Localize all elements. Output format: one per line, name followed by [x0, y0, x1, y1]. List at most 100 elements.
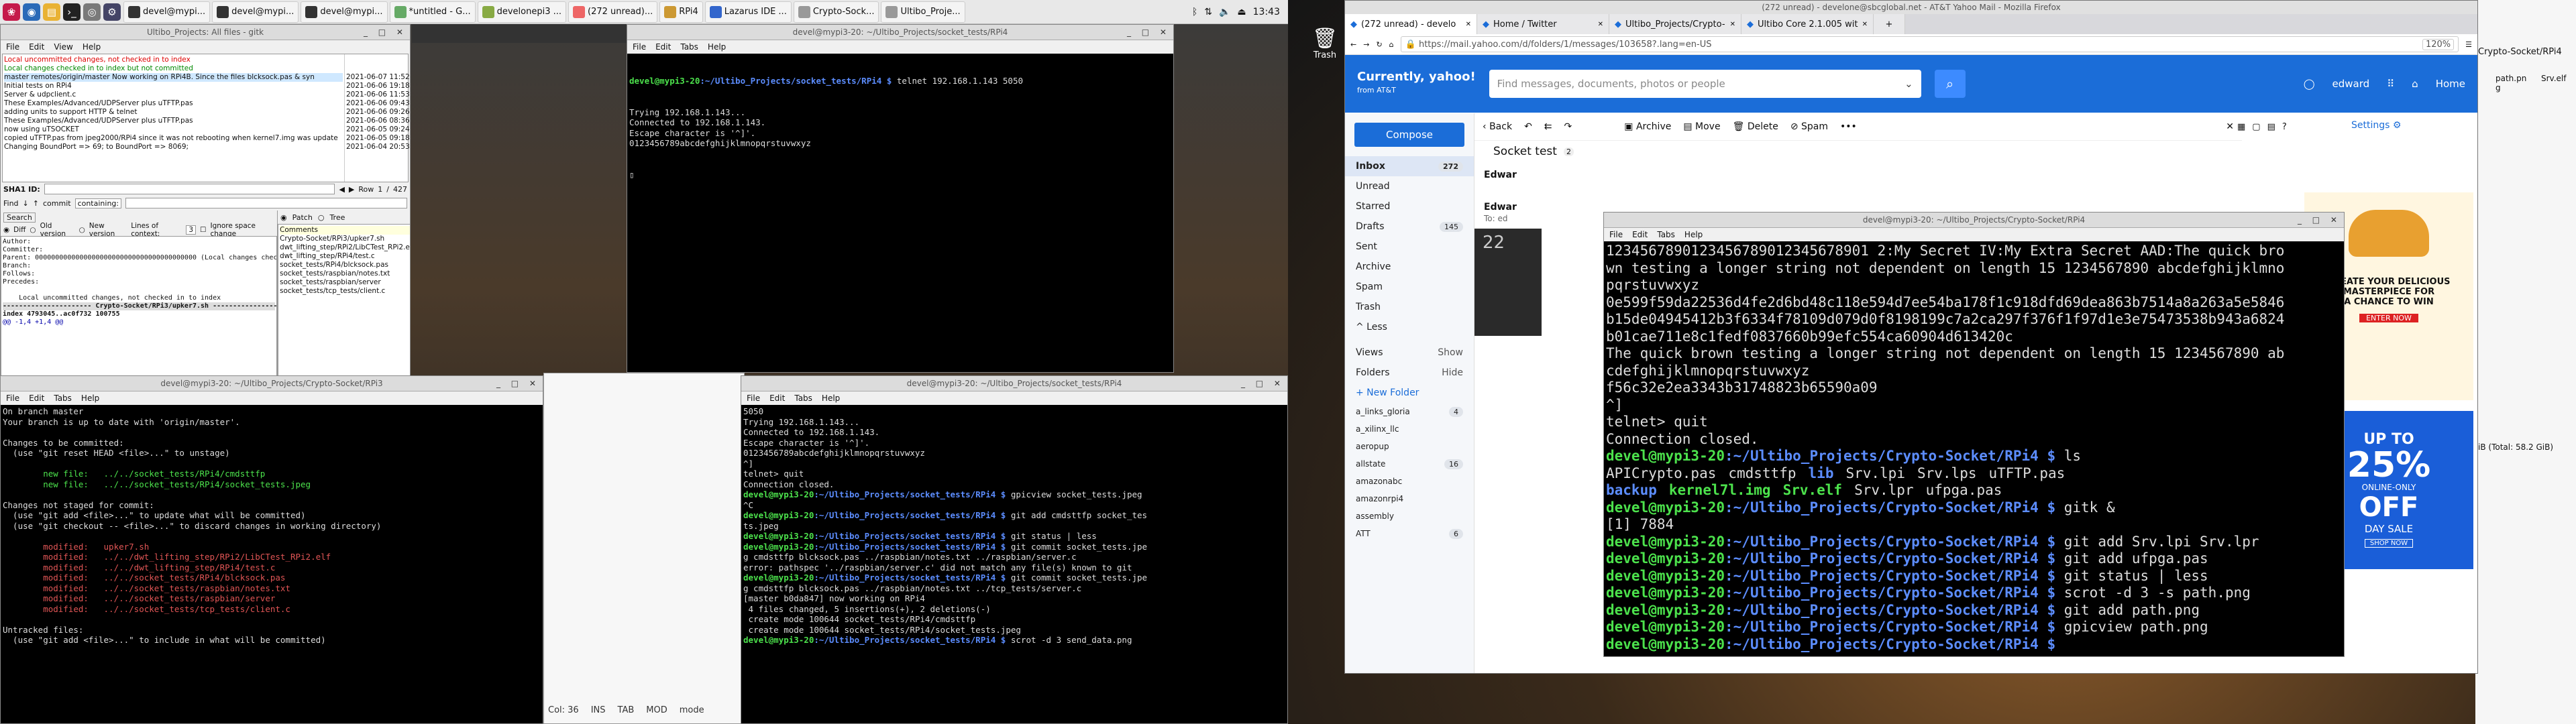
home-nav-icon[interactable]: ⌂: [2412, 78, 2418, 90]
fm-file-path-png[interactable]: path.pn g: [2496, 74, 2529, 93]
chevron-down-icon[interactable]: ⌄: [1904, 78, 1913, 90]
grid-icon[interactable]: ▦: [2237, 122, 2245, 132]
help-icon[interactable]: ?: [2282, 122, 2287, 132]
commit-row[interactable]: adding units to support HTTP & telnet: [4, 108, 343, 117]
sender-name-1[interactable]: Edwar: [1484, 170, 1517, 180]
home-link[interactable]: Home: [2436, 78, 2465, 90]
commit-row[interactable]: now using uTSOCKET: [4, 125, 343, 134]
app-icon[interactable]: ◎: [83, 3, 101, 21]
file-item[interactable]: socket_tests/raspbian/notes.txt: [280, 269, 410, 278]
taskbar-task[interactable]: (272 unread)...: [568, 1, 658, 23]
terminal-icon[interactable]: ›_: [63, 3, 80, 21]
new-tab-button[interactable]: +: [1874, 14, 1905, 34]
calendar-icon[interactable]: ▤: [2267, 122, 2275, 132]
ad-shop-button[interactable]: SHOP NOW: [2365, 539, 2413, 548]
window-controls[interactable]: _ □ ✕: [2298, 213, 2341, 227]
fm-file-srv-elf[interactable]: Srv.elf: [2541, 74, 2566, 83]
find-down-icon[interactable]: ↓: [23, 199, 29, 208]
commit-row[interactable]: Local uncommitted changes, not checked i…: [4, 56, 343, 64]
terminal-output[interactable]: 1234567890123456789012345678901 2:My Sec…: [1604, 241, 2344, 656]
taskbar-task[interactable]: Ultibo_Proje...: [881, 1, 965, 23]
menu-item-help[interactable]: Help: [1684, 230, 1703, 239]
folder-inbox[interactable]: Inbox 272: [1345, 156, 1474, 176]
window-controls[interactable]: _ □ ✕: [496, 376, 540, 391]
file-item[interactable]: Crypto-Socket/RPi3/upker7.sh: [280, 235, 410, 243]
window-controls[interactable]: _ □ ✕: [1127, 25, 1171, 40]
new-radio[interactable]: ○: [79, 226, 85, 234]
folder-starred[interactable]: Starred: [1345, 196, 1474, 217]
tab-close-icon[interactable]: ✕: [1466, 21, 1471, 28]
close-icon[interactable]: ✕: [2226, 121, 2234, 132]
taskbar-task[interactable]: devel@mypi...: [123, 1, 211, 23]
menu-item-edit[interactable]: Edit: [29, 394, 44, 403]
user-folder[interactable]: ATT 6: [1345, 525, 1474, 542]
user-folder[interactable]: amazonrpi4: [1345, 490, 1474, 507]
menu-item-tabs[interactable]: Tabs: [680, 42, 698, 52]
reply-all-icon[interactable]: ⇇: [1544, 121, 1552, 132]
delete-button[interactable]: 🗑 Delete: [1733, 121, 1778, 132]
menu-item-file[interactable]: File: [6, 394, 19, 403]
views-show-link[interactable]: Show: [1438, 347, 1463, 358]
window-controls[interactable]: _ □ ✕: [1241, 376, 1285, 391]
home-icon[interactable]: ⌂: [1389, 40, 1394, 49]
find-type[interactable]: commit: [43, 199, 71, 208]
file-item[interactable]: socket_tests/tcp_tests/client.c: [280, 287, 410, 296]
folder-trash[interactable]: Trash: [1345, 297, 1474, 317]
apps-grid-icon[interactable]: ⠿: [2387, 78, 2394, 90]
right-arrow-icon[interactable]: ▶: [349, 185, 354, 194]
search-button[interactable]: ⌕: [1934, 70, 1966, 98]
folder-drafts[interactable]: Drafts 145: [1345, 217, 1474, 237]
taskbar-task[interactable]: *untitled - G...: [389, 1, 476, 23]
ad-enter-button[interactable]: ENTER NOW: [2359, 314, 2418, 322]
volume-icon[interactable]: 🔈: [1219, 7, 1230, 17]
containing-select[interactable]: containing:: [74, 198, 122, 208]
search-input[interactable]: Find messages, documents, photos or peop…: [1489, 70, 1921, 98]
browser-tab[interactable]: ◆ Home / Twitter ✕: [1477, 14, 1609, 34]
menu-item-tabs[interactable]: Tabs: [1657, 230, 1675, 239]
sender-name-2[interactable]: Edwar: [1484, 202, 1517, 213]
diff-radio[interactable]: ◉: [3, 226, 9, 234]
user-name[interactable]: edward: [2332, 78, 2370, 90]
raspberry-menu-icon[interactable]: ❀: [3, 3, 20, 21]
taskbar-task[interactable]: devel@mypi...: [301, 1, 388, 23]
folder-less[interactable]: ^ Less: [1345, 317, 1474, 337]
commit-row[interactable]: Changing BoundPort => 69; to BoundPort =…: [4, 143, 343, 152]
user-folder[interactable]: allstate 16: [1345, 455, 1474, 473]
file-item[interactable]: dwt_lifting_step/RPi2/LibCTest_RPi2.elf: [280, 243, 410, 252]
forward-icon[interactable]: →: [1363, 40, 1369, 49]
image-attachment[interactable]: 22: [1474, 229, 1542, 336]
zoom-level[interactable]: 120%: [2422, 38, 2455, 50]
window-controls[interactable]: _ □ ✕: [364, 25, 407, 40]
menu-item-help[interactable]: Help: [83, 42, 101, 52]
url-bar[interactable]: 🔒 https://mail.yahoo.com/d/folders/1/mes…: [1400, 36, 2459, 52]
menu-item-file[interactable]: File: [1609, 230, 1623, 239]
browser-icon[interactable]: ◉: [23, 3, 40, 21]
trash-desktop-icon[interactable]: 🗑 Trash: [1308, 27, 1342, 60]
more-icon[interactable]: •••: [1840, 121, 1857, 132]
terminal-output[interactable]: On branch master Your branch is up to dat…: [1, 405, 543, 723]
commit-row[interactable]: These Examples/Advanced/UDPServer plus u…: [4, 99, 343, 108]
app-icon-2[interactable]: ⚙: [103, 3, 121, 21]
diff-text[interactable]: Author: Committer: Parent: 000000000000000…: [1, 236, 277, 386]
user-folder[interactable]: a_links_gloria 4: [1345, 403, 1474, 420]
search-button[interactable]: Search: [3, 212, 36, 223]
commit-row[interactable]: master remotes/origin/master Now working…: [4, 73, 343, 82]
tree-radio[interactable]: ○: [318, 213, 325, 222]
taskbar-task[interactable]: RPi4: [659, 1, 703, 23]
menu-item-tabs[interactable]: Tabs: [794, 394, 812, 403]
taskbar-task[interactable]: devel@mypi...: [212, 1, 299, 23]
spam-button[interactable]: ⊘ Spam: [1790, 121, 1828, 132]
archive-button[interactable]: ▣ Archive: [1624, 121, 1671, 132]
folder-archive[interactable]: Archive: [1345, 257, 1474, 277]
tab-close-icon[interactable]: ✕: [1598, 21, 1603, 28]
user-folder[interactable]: amazonabc: [1345, 473, 1474, 490]
file-list[interactable]: Comments Crypto-Socket/RPi3/upker7.sh dwt_…: [278, 224, 410, 386]
user-folder[interactable]: aeropup: [1345, 438, 1474, 455]
folder-spam[interactable]: Spam: [1345, 277, 1474, 297]
file-manager-icon[interactable]: ▤: [43, 3, 60, 21]
menu-item-edit[interactable]: Edit: [1632, 230, 1648, 239]
ignore-checkbox[interactable]: ☐: [200, 226, 206, 234]
eject-icon[interactable]: ⏏: [1237, 7, 1246, 17]
browser-tab[interactable]: ◆ Ultibo Core 2.1.005 wit ✕: [1741, 14, 1874, 34]
file-item[interactable]: socket_tests/RPi4/blcksock.pas: [280, 261, 410, 269]
